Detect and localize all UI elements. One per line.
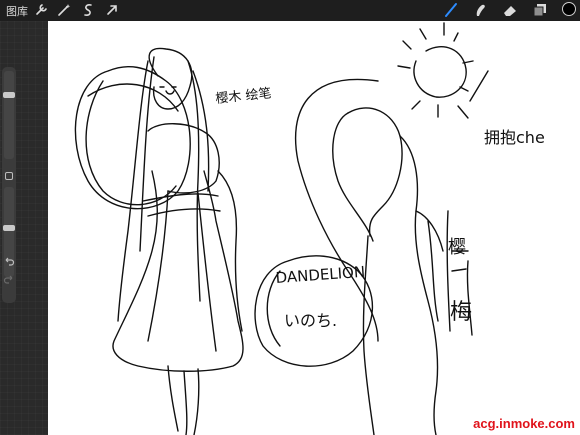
layers-icon[interactable]: [532, 2, 548, 18]
watermark: acg.inmoke.com: [472, 415, 576, 433]
note-side: 樱: [448, 237, 466, 258]
note-right: 拥抱che: [484, 128, 545, 147]
eraser-icon[interactable]: [502, 2, 518, 18]
undo-icon: [5, 257, 15, 266]
note-top-left: 樱木 绘笔: [215, 85, 273, 107]
watermark-text: acg.inmoke.com: [473, 416, 575, 431]
redo-button[interactable]: [3, 273, 15, 285]
undo-button[interactable]: [3, 255, 15, 267]
top-toolbar: 图库: [0, 0, 580, 21]
note-side-2: 梅: [450, 300, 472, 325]
smudge-icon[interactable]: [472, 2, 488, 18]
wrench-icon[interactable]: [33, 2, 49, 18]
sidebar-panel: [2, 67, 16, 303]
handwriting-layer: 樱木 绘笔 DANDELION いのち. 拥抱che 樱 梅: [215, 85, 545, 330]
selection-icon[interactable]: [80, 2, 96, 18]
transform-arrow-icon[interactable]: [104, 2, 120, 18]
brush-size-thumb[interactable]: [3, 92, 15, 98]
left-sidebar: [0, 21, 48, 435]
redo-icon: [3, 275, 13, 284]
opacity-thumb[interactable]: [3, 225, 15, 231]
modify-button[interactable]: [5, 172, 13, 180]
magic-wand-icon[interactable]: [56, 2, 72, 18]
brush-icon[interactable]: [443, 2, 459, 18]
gallery-button[interactable]: 图库: [6, 3, 28, 19]
brush-size-slider[interactable]: [3, 71, 15, 159]
note-inochi: いのち.: [284, 311, 337, 330]
color-picker-swatch[interactable]: [562, 2, 576, 16]
drawing-canvas[interactable]: 樱木 绘笔 DANDELION いのち. 拥抱che 樱 梅: [48, 21, 580, 435]
note-dandelion: DANDELION: [275, 263, 366, 287]
